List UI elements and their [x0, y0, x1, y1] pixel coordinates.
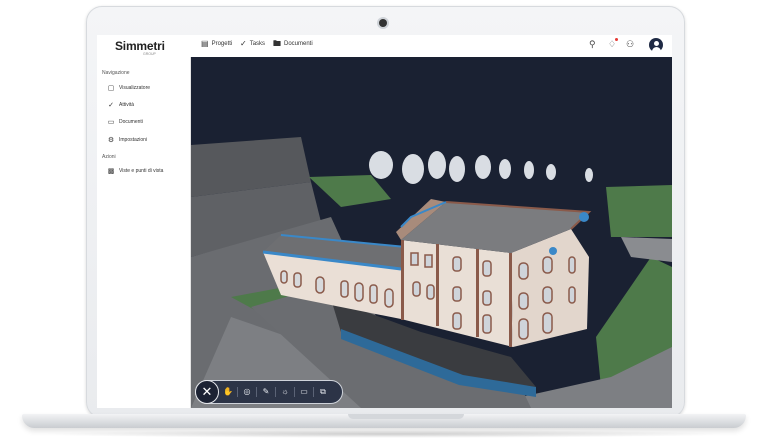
- sidebar-item-label: Impostazioni: [119, 137, 148, 143]
- search-icon[interactable]: ⚲: [589, 39, 596, 50]
- nav-documenti[interactable]: 🖿 Documenti: [273, 40, 313, 48]
- nav-tasks[interactable]: ✓ Tasks: [240, 40, 265, 48]
- sidebar-item-visualizzatore[interactable]: ▢ Visualizzatore: [107, 84, 150, 92]
- building-model: [191, 137, 672, 408]
- sidebar-item-impostazioni[interactable]: ⚙ Impostazioni: [107, 136, 147, 144]
- sidebar-item-documenti[interactable]: ▭ Documenti: [107, 118, 143, 126]
- nav-tasks-label: Tasks: [249, 41, 266, 47]
- app-logo[interactable]: Simmetri: [115, 39, 165, 53]
- check-icon: ✓: [240, 39, 247, 48]
- close-icon[interactable]: ✕: [195, 380, 219, 404]
- check-icon: ✓: [108, 102, 114, 109]
- sidebar-item-label: Attività: [119, 102, 135, 108]
- cube-icon: ▢: [107, 85, 115, 92]
- folder-icon: ▭: [107, 119, 115, 126]
- 3d-viewport[interactable]: ✕ ✋ ◎ ✎ ☼ ▭ ⧉: [191, 57, 672, 408]
- laptop-notch: [348, 414, 464, 419]
- viewer-toolbar: ✕ ✋ ◎ ✎ ☼ ▭ ⧉: [195, 380, 343, 404]
- sidebar-item-viste[interactable]: ▩ Viste e punti di vista: [107, 167, 164, 175]
- sidebar-item-label: Documenti: [119, 119, 143, 125]
- image-icon: ▩: [107, 168, 115, 175]
- measure-icon[interactable]: ✎: [256, 387, 275, 397]
- briefcase-icon: ▤: [201, 39, 209, 48]
- laptop-shadow: [40, 430, 728, 438]
- sidebar: Navigazione ▢ Visualizzatore ✓ Attività …: [97, 57, 191, 408]
- sidebar-item-label: Viste e punti di vista: [119, 168, 164, 174]
- avatar-icon[interactable]: [649, 38, 663, 52]
- top-bar: Simmetri GROUP ▤ Progetti ✓ Tasks 🖿 Docu…: [97, 35, 672, 58]
- sidebar-section-azioni: Azioni: [102, 154, 116, 160]
- hand-icon[interactable]: ✋: [219, 387, 237, 397]
- eye-off-icon[interactable]: ◎: [237, 387, 256, 397]
- sidebar-item-attivita[interactable]: ✓ Attività: [107, 101, 134, 109]
- camera-icon: [379, 19, 387, 27]
- nav-progetti[interactable]: ▤ Progetti: [201, 40, 232, 48]
- folder-icon: 🖿: [273, 39, 281, 48]
- gear-icon: ⚙: [107, 137, 115, 144]
- nav-documenti-label: Documenti: [284, 41, 313, 47]
- nav-progetti-label: Progetti: [211, 41, 233, 47]
- layers-icon[interactable]: ⧉: [313, 387, 332, 397]
- sidebar-item-label: Visualizzatore: [119, 85, 151, 91]
- laptop-base: [22, 414, 746, 428]
- sun-icon[interactable]: ☼: [275, 387, 294, 397]
- sidebar-section-navigazione: Navigazione: [102, 70, 130, 76]
- book-icon[interactable]: ▭: [294, 387, 313, 397]
- users-icon[interactable]: ⚇: [626, 39, 634, 50]
- app-screen: Simmetri GROUP ▤ Progetti ✓ Tasks 🖿 Docu…: [97, 35, 672, 408]
- notification-dot: [615, 38, 618, 41]
- app-logo-sub: GROUP: [143, 52, 156, 56]
